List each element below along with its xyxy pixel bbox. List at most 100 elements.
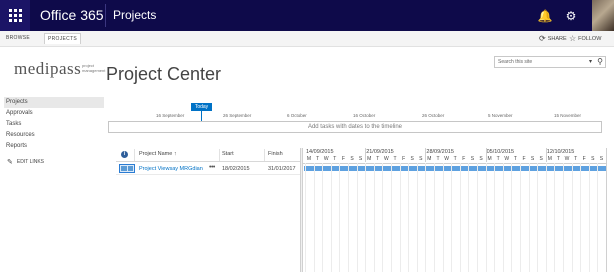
gantt-day-label: S — [410, 156, 414, 162]
gantt-day-gridline — [494, 163, 496, 272]
gantt-day-gridline — [545, 163, 547, 272]
site-logo[interactable]: medipass — [14, 59, 81, 79]
timeline-date: 16 October — [353, 113, 376, 118]
share-label: SHARE — [547, 35, 567, 42]
gantt-day-label: S — [479, 156, 483, 162]
gantt-day-label: F — [341, 156, 345, 162]
gantt-day-label: T — [376, 156, 380, 162]
gantt-day-gridline — [528, 163, 530, 272]
edit-links-button[interactable]: ✎ EDIT LINKS — [4, 158, 104, 166]
gantt-day-gridline — [356, 163, 358, 272]
suite-bar-divider — [105, 4, 106, 27]
project-indicator-icon — [119, 164, 135, 173]
gantt-day-gridline — [425, 163, 427, 272]
app-title[interactable]: Projects — [113, 8, 156, 22]
search-scope-dropdown-icon[interactable]: ▾ — [589, 58, 592, 65]
nav-item-resources[interactable]: Resources — [4, 130, 104, 141]
gantt-day-label: W — [504, 156, 510, 162]
gantt-day-gridline — [485, 163, 487, 272]
gantt-day-label: T — [496, 156, 500, 162]
gantt-day-gridline — [451, 163, 453, 272]
gantt-day-gridline — [588, 163, 590, 272]
gantt-day-gridline — [408, 163, 410, 272]
gantt-day-gridline — [322, 163, 324, 272]
project-name-link[interactable]: Project Viewsay MRGdian — [139, 166, 203, 172]
gantt-day-label: W — [323, 156, 329, 162]
gantt-day-gridline — [434, 163, 435, 272]
nav-item-tasks[interactable]: Tasks — [4, 119, 104, 130]
search-icon[interactable]: ⚲ — [597, 57, 603, 66]
gantt-day-label: F — [582, 156, 586, 162]
gantt-day-label: M — [427, 156, 432, 162]
gantt-day-gridline — [502, 163, 504, 272]
column-divider — [219, 149, 220, 161]
column-header-start[interactable]: Start — [222, 151, 234, 157]
gantt-day-label: F — [402, 156, 406, 162]
waffle-icon[interactable] — [0, 0, 30, 31]
gantt-week-label: 05/10/2015 — [486, 149, 515, 155]
column-divider — [264, 149, 265, 161]
tab-browse[interactable]: BROWSE — [6, 35, 30, 41]
gantt-day-gridline — [468, 163, 470, 272]
avatar[interactable] — [592, 0, 614, 31]
gantt-week-label: 21/09/2015 — [366, 149, 394, 155]
gantt-edge — [606, 148, 607, 272]
grid-header: i Project Name ↑ Start Finish — [116, 148, 300, 162]
timeline-date: 15 November — [554, 113, 582, 118]
gantt-day-gridline — [459, 163, 461, 272]
follow-button[interactable]: ☆ FOLLOW — [569, 34, 601, 43]
bell-icon[interactable]: 🔔 — [531, 0, 559, 31]
gantt-day-gridline — [382, 163, 384, 272]
office365-brand[interactable]: Office 365 — [40, 7, 104, 23]
gantt-day-label: M — [547, 156, 552, 162]
site-logo-tagline: project management — [82, 63, 106, 73]
page-title: Project Center — [106, 64, 222, 84]
gantt-day-gridline — [537, 163, 539, 272]
gantt-day-gridline — [580, 163, 582, 272]
gear-icon[interactable]: ⚙ — [557, 0, 585, 31]
gantt-day-label: T — [453, 156, 457, 162]
today-marker: Today — [191, 103, 212, 111]
nav-item-reports[interactable]: Reports — [4, 141, 104, 152]
ellipsis-menu-icon[interactable]: ••• — [209, 164, 215, 171]
search-box[interactable]: Search this site ▾ ⚲ — [494, 56, 606, 68]
timeline-date: 26 October — [422, 113, 445, 118]
gantt-day-label: M — [367, 156, 372, 162]
column-header-finish[interactable]: Finish — [268, 151, 283, 157]
gantt-day-gridline — [348, 163, 349, 272]
pencil-icon: ✎ — [7, 159, 13, 166]
ribbon-tabs: BROWSE PROJECTS ⟳ SHARE ☆ FOLLOW — [0, 31, 614, 47]
gantt-day-gridline — [511, 163, 513, 272]
search-input[interactable]: Search this site — [498, 59, 532, 65]
sort-ascending-icon: ↑ — [173, 151, 177, 157]
column-header-project-name[interactable]: Project Name ↑ — [139, 151, 177, 157]
gantt-week-label: 28/09/2015 — [426, 149, 454, 155]
gantt-day-label: F — [462, 156, 466, 162]
gantt-day-gridline — [520, 163, 521, 272]
table-row[interactable]: Project Viewsay MRGdian ••• 18/02/2015 3… — [116, 163, 300, 175]
info-icon[interactable]: i — [121, 151, 128, 158]
gantt-day-gridline — [373, 163, 375, 272]
gantt-day-label: S — [350, 156, 354, 162]
gantt-day-label: T — [393, 156, 397, 162]
share-button[interactable]: ⟳ SHARE — [539, 34, 567, 43]
gantt-day-label: T — [436, 156, 440, 162]
tab-projects[interactable]: PROJECTS — [44, 33, 82, 44]
column-divider — [134, 149, 135, 161]
gantt-day-label: W — [384, 156, 389, 162]
project-start-date: 18/02/2015 — [222, 166, 250, 172]
gantt-day-label: S — [358, 156, 363, 162]
gantt-day-label: M — [306, 156, 312, 162]
nav-item-approvals[interactable]: Approvals — [4, 108, 104, 119]
gantt-day-label: S — [591, 156, 595, 162]
timeline-area[interactable]: Add tasks with dates to the timeline — [108, 121, 602, 133]
gantt-day-label: W — [444, 156, 449, 162]
gantt-day-label: S — [419, 156, 423, 162]
share-icon: ⟳ — [539, 34, 546, 43]
gantt-bar[interactable] — [304, 166, 607, 171]
gantt-day-gridline — [571, 163, 573, 272]
gantt-day-label: T — [574, 156, 578, 162]
suite-bar: Office 365 Projects 🔔 ⚙ ? — [0, 0, 614, 31]
gantt-day-label: F — [522, 156, 526, 162]
nav-item-projects[interactable]: Projects — [4, 97, 104, 108]
